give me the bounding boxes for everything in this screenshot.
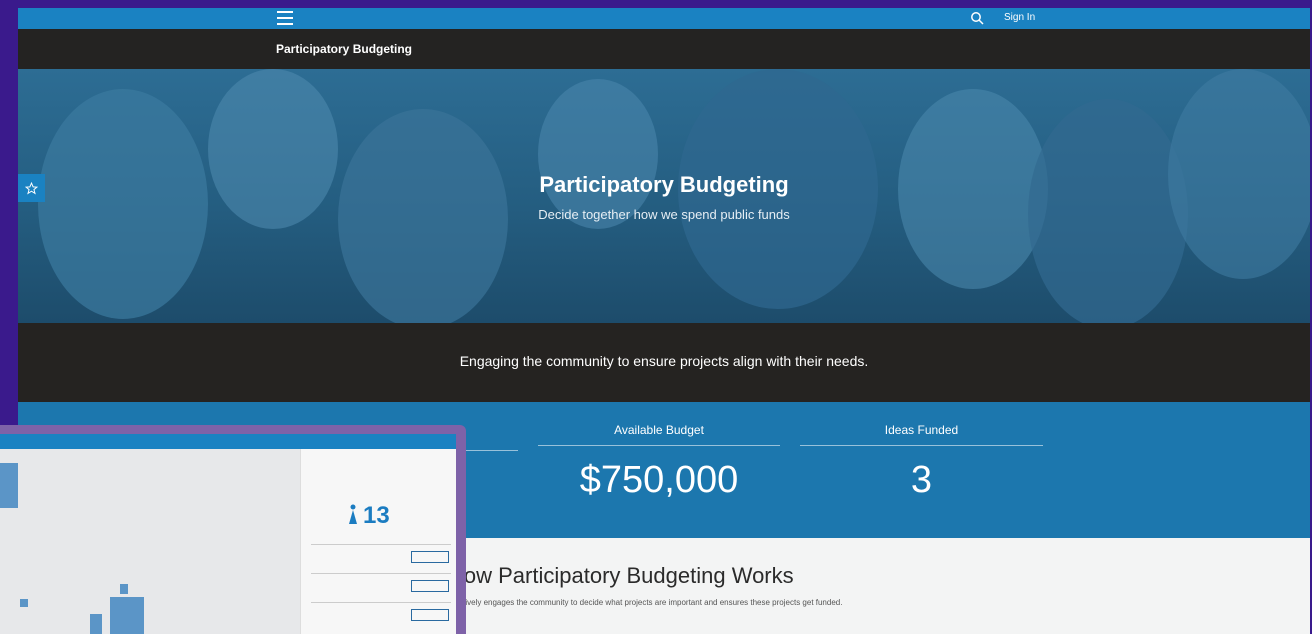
mission-strip: Engaging the community to ensure project… xyxy=(18,323,1310,402)
star-icon xyxy=(25,181,38,194)
search-icon[interactable] xyxy=(970,11,984,25)
thumbnail-header xyxy=(0,434,456,449)
sign-in-link[interactable]: Sign In xyxy=(1004,12,1035,23)
mission-text: Engaging the community to ensure project… xyxy=(459,353,869,369)
stat-value: $750,000 xyxy=(579,459,739,501)
stat-rule xyxy=(800,445,1043,446)
site-title-bar: Participatory Budgeting xyxy=(18,29,1310,69)
hamburger-menu-icon[interactable] xyxy=(277,11,293,25)
top-nav-bar: Sign In xyxy=(18,8,1310,29)
how-it-works-text: g actively engages the community to deci… xyxy=(448,598,843,607)
stat-available-budget: Available Budget $750,000 xyxy=(538,423,780,502)
stat-label: Available Budget xyxy=(614,423,704,437)
how-it-works-title: How Participatory Budgeting Works xyxy=(448,563,794,588)
list-item xyxy=(311,602,451,631)
hero-banner: Participatory Budgeting Decide together … xyxy=(18,69,1310,323)
stat-ideas-funded: Ideas Funded 3 xyxy=(800,423,1043,502)
thumbnail-panel: 13 xyxy=(300,449,456,634)
list-item xyxy=(311,544,451,573)
stat-rule xyxy=(538,445,780,446)
stat-value: 3 xyxy=(910,459,933,501)
list-item-button xyxy=(411,551,449,563)
hero-subtitle: Decide together how we spend public fund… xyxy=(538,207,790,222)
thumbnail-count: 13 xyxy=(363,502,390,529)
app-thumbnail-overlay: 13 xyxy=(0,425,466,634)
hero-title: Participatory Budgeting xyxy=(539,172,789,197)
thumbnail-map xyxy=(0,449,300,634)
stat-label: Ideas Funded xyxy=(884,423,959,437)
site-title[interactable]: Participatory Budgeting xyxy=(276,42,412,56)
list-item xyxy=(311,573,451,602)
list-item-button xyxy=(411,580,449,592)
favorite-button[interactable] xyxy=(18,174,45,202)
thumbnail-screen: 13 xyxy=(0,434,456,634)
thumbnail-project-list xyxy=(311,544,451,631)
person-icon xyxy=(349,504,357,524)
list-item-button xyxy=(411,609,449,621)
